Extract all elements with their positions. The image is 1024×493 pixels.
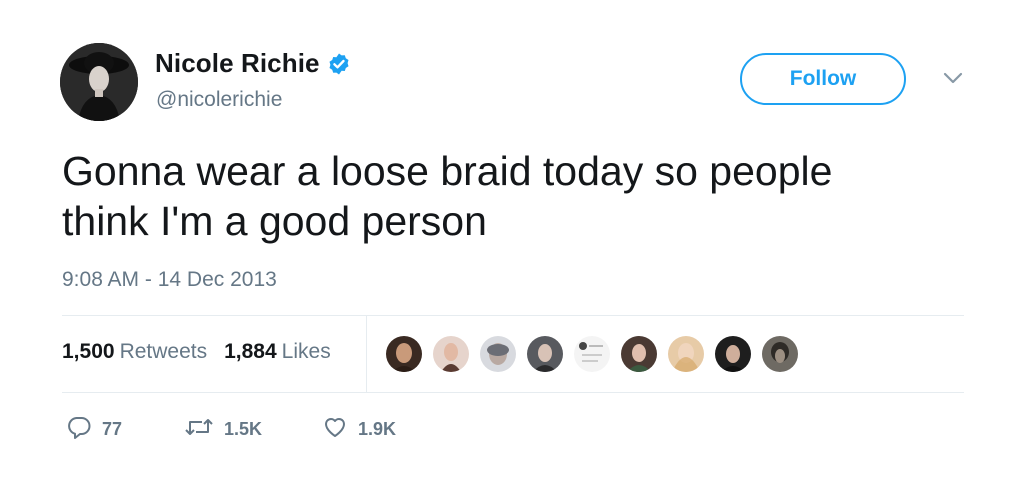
tweet-card: Nicole Richie @nicolerichie Follow Gonna… [0,0,1024,493]
tweet-text-line-1: Gonna wear a loose braid today so people [62,148,833,194]
liker-avatar-5[interactable] [574,336,610,372]
retweets-stat[interactable]: 1,500 Retweets [62,340,207,364]
author-name-row: Nicole Richie [155,48,351,79]
retweets-count: 1,500 [62,340,115,363]
liker-avatar-9[interactable] [762,336,798,372]
like-action[interactable]: 1.9K [322,414,396,445]
tweet-timestamp[interactable]: 9:08 AM - 14 Dec 2013 [62,268,277,292]
author-handle[interactable]: @nicolerichie [156,88,282,112]
reply-icon [66,414,92,445]
retweet-count: 1.5K [224,419,263,439]
liker-avatar-7[interactable] [668,336,704,372]
retweets-label: Retweets [119,340,208,363]
author-display-name[interactable]: Nicole Richie [155,48,320,79]
likes-stat[interactable]: 1,884 Likes [224,340,331,364]
follow-button[interactable]: Follow [740,53,906,105]
tweet-text: Gonna wear a loose braid today so people… [62,146,962,246]
verified-badge-icon [327,52,351,76]
divider-bottom [62,392,964,393]
liker-avatar-6[interactable] [621,336,657,372]
liker-avatar-4[interactable] [527,336,563,372]
likes-count: 1,884 [224,340,277,363]
liker-avatars [386,336,809,372]
liker-avatar-1[interactable] [386,336,422,372]
liker-avatar-3[interactable] [480,336,516,372]
tweet-text-line-2: think I'm a good person [62,198,487,244]
tweet-stats: 1,500 Retweets 1,884 Likes [62,340,348,364]
likes-label: Likes [281,340,331,363]
stats-separator [366,316,367,392]
retweet-action[interactable]: 1.5K [184,414,322,445]
heart-icon [322,414,348,445]
like-count: 1.9K [358,419,397,439]
tweet-actions: 77 1.5K 1.9K [66,414,396,445]
retweet-icon [184,414,214,445]
chevron-down-icon[interactable] [942,70,964,86]
reply-action[interactable]: 77 [66,414,184,445]
reply-count: 77 [102,419,123,439]
liker-avatar-2[interactable] [433,336,469,372]
liker-avatar-8[interactable] [715,336,751,372]
author-avatar[interactable] [60,43,138,121]
divider-top [62,315,964,316]
